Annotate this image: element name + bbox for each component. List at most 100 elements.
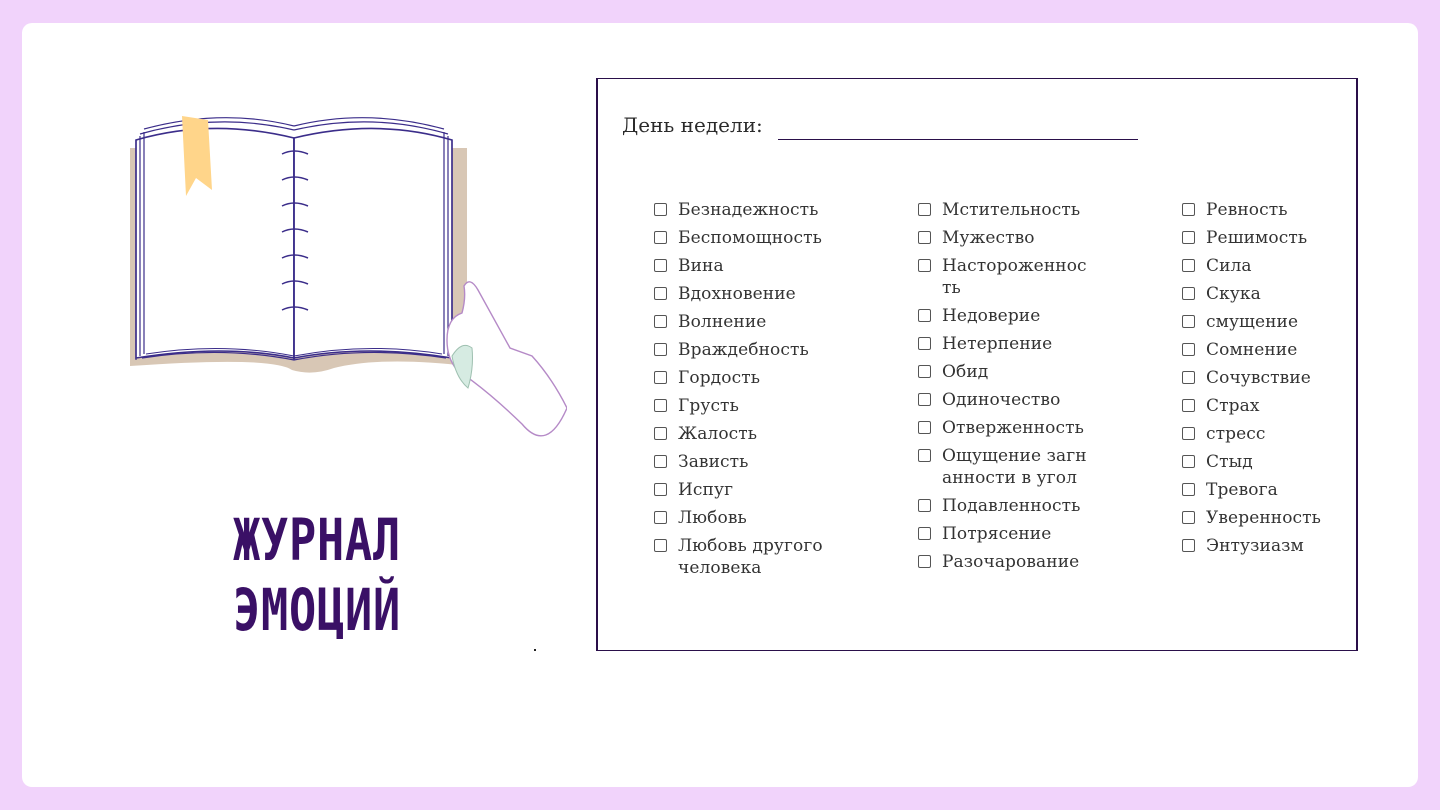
checkbox-icon[interactable] (1182, 399, 1195, 412)
emotion-checkbox-item[interactable]: Одиночество (918, 389, 1098, 411)
checkbox-icon[interactable] (918, 309, 931, 322)
emotion-label: Решимость (1206, 228, 1308, 248)
emotion-checkbox-item[interactable]: Испуг (654, 479, 834, 501)
emotion-checkbox-item[interactable]: Вдохновение (654, 283, 834, 305)
emotion-label: Недоверие (942, 306, 1041, 326)
checkbox-icon[interactable] (1182, 287, 1195, 300)
emotion-checkbox-item[interactable]: Сочувствие (1182, 367, 1362, 389)
emotion-checkbox-item[interactable]: Сила (1182, 255, 1362, 277)
checkbox-icon[interactable] (918, 365, 931, 378)
emotion-checkbox-item[interactable]: Подавленность (918, 495, 1098, 517)
checkbox-icon[interactable] (1182, 427, 1195, 440)
emotion-checkbox-item[interactable]: Настороженность (918, 255, 1098, 299)
emotion-checkbox-item[interactable]: Зависть (654, 451, 834, 473)
emotion-checkbox-item[interactable]: Любовь другого человека (654, 535, 834, 579)
emotion-label: Любовь (678, 508, 747, 528)
emotion-checkbox-item[interactable]: стресс (1182, 423, 1362, 445)
emotion-checkbox-item[interactable]: Любовь (654, 507, 834, 529)
emotion-checkbox-item[interactable]: Ощущение загнанности в угол (918, 445, 1098, 489)
checkbox-icon[interactable] (918, 555, 931, 568)
journal-title: ЖУРНАЛ ЭМОЦИЙ (204, 505, 430, 645)
checkbox-icon[interactable] (1182, 343, 1195, 356)
emotion-label: Стыд (1206, 452, 1253, 472)
emotion-label: Энтузиазм (1206, 536, 1304, 556)
emotion-checkbox-item[interactable]: Скука (1182, 283, 1362, 305)
book-illustration (122, 108, 568, 453)
checkbox-icon[interactable] (918, 421, 931, 434)
emotion-checkbox-item[interactable]: Энтузиазм (1182, 535, 1362, 557)
emotion-checkbox-item[interactable]: Волнение (654, 311, 834, 333)
checkbox-icon[interactable] (654, 203, 667, 216)
checkbox-icon[interactable] (654, 343, 667, 356)
checkbox-icon[interactable] (1182, 455, 1195, 468)
emotion-checkbox-item[interactable]: Стыд (1182, 451, 1362, 473)
checkbox-icon[interactable] (654, 287, 667, 300)
emotion-label: Настороженность (942, 256, 1087, 298)
emotion-label: Жалость (678, 424, 758, 444)
emotion-checkbox-item[interactable]: Гордость (654, 367, 834, 389)
emotion-checkbox-item[interactable]: Вина (654, 255, 834, 277)
checkbox-icon[interactable] (918, 527, 931, 540)
emotion-label: Враждебность (678, 340, 809, 360)
emotion-checkbox-item[interactable]: Потрясение (918, 523, 1098, 545)
emotion-checkbox-item[interactable]: Мужество (918, 227, 1098, 249)
checkbox-icon[interactable] (918, 203, 931, 216)
checkbox-icon[interactable] (918, 393, 931, 406)
emotion-checkbox-item[interactable]: Недоверие (918, 305, 1098, 327)
emotion-label: Обид (942, 362, 989, 382)
checkbox-icon[interactable] (654, 259, 667, 272)
checkbox-icon[interactable] (918, 449, 931, 462)
checkbox-icon[interactable] (1182, 511, 1195, 524)
checkbox-icon[interactable] (918, 337, 931, 350)
emotion-label: Гордость (678, 368, 761, 388)
emotion-label: Тревога (1206, 480, 1278, 500)
day-of-week-label: День недели: (622, 113, 763, 137)
checkbox-icon[interactable] (654, 231, 667, 244)
emotion-checkbox-item[interactable]: Отверженность (918, 417, 1098, 439)
checkbox-icon[interactable] (1182, 259, 1195, 272)
checkbox-icon[interactable] (1182, 539, 1195, 552)
checkbox-icon[interactable] (654, 427, 667, 440)
emotion-checkbox-item[interactable]: Безнадежность (654, 199, 834, 221)
checkbox-icon[interactable] (1182, 483, 1195, 496)
emotion-checkbox-item[interactable]: Жалость (654, 423, 834, 445)
checkbox-icon[interactable] (1182, 231, 1195, 244)
emotion-checklist-panel: День недели: Безнадежность Беспомощность В… (596, 78, 1358, 651)
checkbox-icon[interactable] (1182, 203, 1195, 216)
emotion-label: Ощущение загнанности в угол (942, 446, 1087, 488)
checkbox-icon[interactable] (654, 539, 667, 552)
checkbox-icon[interactable] (654, 483, 667, 496)
emotion-checkbox-item[interactable]: Грусть (654, 395, 834, 417)
checkbox-icon[interactable] (918, 499, 931, 512)
emotion-checkbox-item[interactable]: Мстительность (918, 199, 1098, 221)
emotion-label: Страх (1206, 396, 1260, 416)
checkbox-icon[interactable] (1182, 371, 1195, 384)
checkbox-icon[interactable] (654, 511, 667, 524)
emotion-checkbox-item[interactable]: Сомнение (1182, 339, 1362, 361)
emotion-checkbox-item[interactable]: Уверенность (1182, 507, 1362, 529)
day-of-week-field[interactable] (778, 139, 1138, 140)
emotion-checkbox-item[interactable]: Тревога (1182, 479, 1362, 501)
emotion-checkbox-item[interactable]: Разочарование (918, 551, 1098, 573)
open-book-icon (130, 116, 568, 437)
checkbox-icon[interactable] (918, 231, 931, 244)
checkbox-icon[interactable] (918, 259, 931, 272)
checkbox-icon[interactable] (1182, 315, 1195, 328)
checkbox-icon[interactable] (654, 399, 667, 412)
checkbox-icon[interactable] (654, 315, 667, 328)
emotion-checkbox-item[interactable]: Нетерпение (918, 333, 1098, 355)
emotion-checkbox-item[interactable]: Враждебность (654, 339, 834, 361)
emotion-checkbox-item[interactable]: смущение (1182, 311, 1362, 333)
checkbox-icon[interactable] (654, 455, 667, 468)
emotion-column-2: Мстительность Мужество Настороженность Недо… (918, 199, 1098, 579)
emotion-label: смущение (1206, 312, 1299, 332)
emotion-label: Мужество (942, 228, 1035, 248)
checkbox-icon[interactable] (654, 371, 667, 384)
emotion-checkbox-item[interactable]: Решимость (1182, 227, 1362, 249)
emotion-checkbox-item[interactable]: Страх (1182, 395, 1362, 417)
emotion-checkbox-item[interactable]: Ревность (1182, 199, 1362, 221)
emotion-checkbox-item[interactable]: Беспомощность (654, 227, 834, 249)
emotion-label: стресс (1206, 424, 1266, 444)
emotion-label: Любовь другого человека (678, 536, 823, 578)
emotion-checkbox-item[interactable]: Обид (918, 361, 1098, 383)
